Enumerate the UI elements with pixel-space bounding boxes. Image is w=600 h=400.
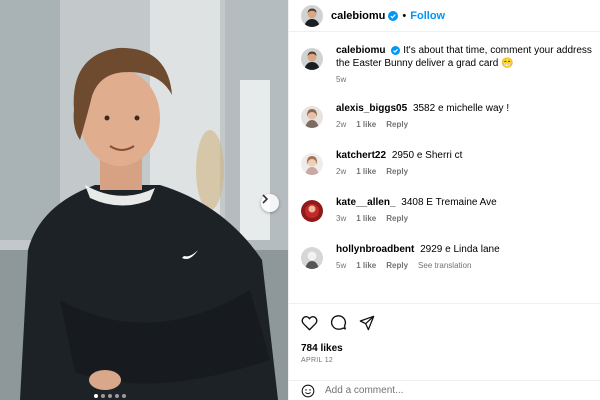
post-photo[interactable] (0, 0, 288, 400)
comment-time[interactable]: 2w (336, 120, 346, 129)
like-count[interactable]: 784 likes (301, 343, 589, 354)
carousel-dots (94, 394, 126, 398)
caption-line-1: It's about that time, comment your addre… (403, 45, 593, 56)
reply-button[interactable]: Reply (386, 167, 408, 176)
caption: calebiomu It's about that time, comment … (289, 44, 600, 102)
carousel-dot (122, 394, 126, 398)
comment-item: alexis_biggs05 3582 e michelle way ! 2w … (289, 102, 600, 149)
comment-username[interactable]: katchert22 (336, 150, 386, 161)
carousel-dot (94, 394, 98, 398)
comment-time[interactable]: 2w (336, 167, 346, 176)
post-actions: 784 likes APRIL 12 (289, 303, 600, 364)
comment-likes[interactable]: 1 like (356, 120, 376, 129)
post-header: calebiomu • Follow (289, 0, 600, 32)
author-avatar-image (301, 4, 323, 27)
comment-meta: 2w 1 like Reply (336, 167, 593, 176)
caption-line-2: the Easter Bunny deliver a grad card 😁 (336, 58, 514, 69)
comment-likes[interactable]: 1 like (356, 261, 376, 270)
reply-button[interactable]: Reply (386, 261, 408, 270)
chevron-right-icon (262, 194, 269, 204)
avatar[interactable] (301, 106, 323, 128)
comment-username[interactable]: alexis_biggs05 (336, 103, 407, 114)
comment-text: katchert22 2950 e Sherri ct (336, 149, 593, 162)
comment-body: 3582 e michelle way ! (412, 103, 510, 114)
caption-text: calebiomu It's about that time, comment … (336, 44, 593, 57)
comment-composer (289, 380, 600, 400)
comment-text: kate__allen_ 3408 E Tremaine Ave (336, 196, 593, 209)
comment-time[interactable]: 5w (336, 261, 346, 270)
follow-button[interactable]: Follow (410, 10, 445, 22)
photo-illustration (0, 0, 288, 400)
author-username[interactable]: calebiomu (331, 10, 385, 22)
emoji-icon[interactable] (301, 384, 315, 398)
share-icon[interactable] (359, 315, 375, 331)
see-translation-link[interactable]: See translation (418, 261, 471, 270)
post-date: APRIL 12 (301, 357, 334, 364)
avatar[interactable] (301, 48, 323, 70)
comment-body: 2950 e Sherri ct (391, 150, 463, 161)
carousel-dot (101, 394, 105, 398)
comment-likes[interactable]: 1 like (356, 167, 376, 176)
heart-icon[interactable] (301, 315, 318, 331)
comment-item: hollynbroadbent 2929 e Linda lane 5w 1 l… (289, 243, 600, 290)
reply-button[interactable]: Reply (386, 214, 408, 223)
comment-likes[interactable]: 1 like (356, 214, 376, 223)
post-sidebar: calebiomu • Follow calebiomu It's about … (288, 0, 600, 400)
avatar[interactable] (301, 200, 323, 222)
comment-meta: 3w 1 like Reply (336, 214, 593, 223)
comment-icon[interactable] (330, 314, 347, 331)
verified-badge-icon (391, 46, 401, 55)
commenter-avatar-image (301, 247, 323, 269)
caption-meta: 5w (336, 75, 593, 84)
carousel-dot (108, 394, 112, 398)
comment-time[interactable]: 3w (336, 214, 346, 223)
action-icons (301, 314, 589, 331)
comment-text: alexis_biggs05 3582 e michelle way ! (336, 102, 593, 115)
comment-item: kate__allen_ 3408 E Tremaine Ave 3w 1 li… (289, 196, 600, 243)
header-separator: • (402, 9, 407, 22)
carousel-dot (115, 394, 119, 398)
caption-username[interactable]: calebiomu (336, 45, 385, 56)
commenter-avatar-image (301, 106, 323, 128)
avatar[interactable] (301, 247, 323, 269)
comments-list: calebiomu It's about that time, comment … (289, 44, 600, 290)
comment-body: 3408 E Tremaine Ave (401, 197, 497, 208)
comment-meta: 5w 1 like Reply See translation (336, 261, 593, 270)
reply-button[interactable]: Reply (386, 120, 408, 129)
comment-input[interactable] (325, 385, 525, 396)
author-avatar-image (301, 48, 323, 70)
comment-item: katchert22 2950 e Sherri ct 2w 1 like Re… (289, 149, 600, 196)
avatar[interactable] (301, 153, 323, 175)
next-photo-button[interactable] (261, 194, 279, 212)
commenter-avatar-image (301, 153, 323, 175)
commenter-avatar-image (301, 200, 323, 222)
comment-username[interactable]: hollynbroadbent (336, 244, 414, 255)
comment-meta: 2w 1 like Reply (336, 120, 593, 129)
comment-body: 2929 e Linda lane (420, 244, 500, 255)
comment-text: hollynbroadbent 2929 e Linda lane (336, 243, 593, 256)
comment-username[interactable]: kate__allen_ (336, 197, 396, 208)
verified-badge-icon (388, 10, 399, 21)
caption-time[interactable]: 5w (336, 75, 346, 84)
avatar[interactable] (301, 4, 323, 27)
